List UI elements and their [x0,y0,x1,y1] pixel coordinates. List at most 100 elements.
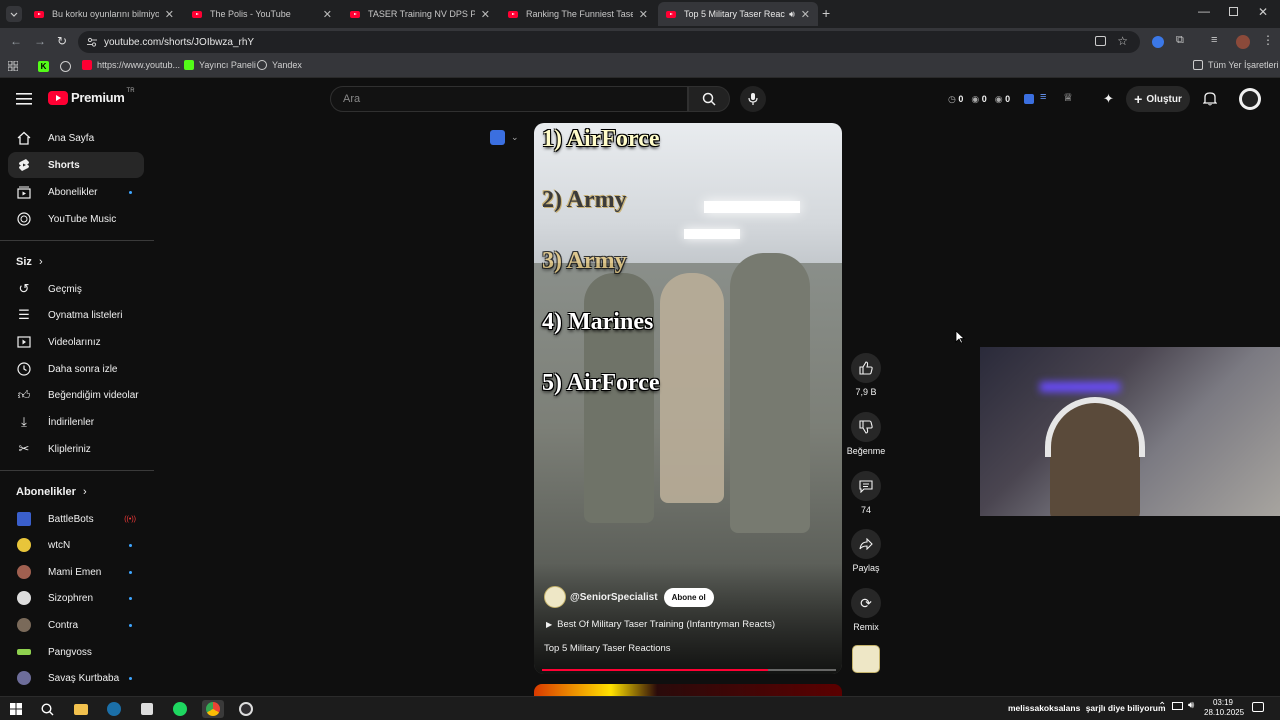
sidebar-item-history[interactable]: ↺ Geçmiş [8,276,144,302]
all-bookmarks-button[interactable]: Tüm Yer İşaretleri [1193,60,1279,70]
subscription-item[interactable]: Contra [8,612,144,638]
channel-avatar [17,671,31,685]
tray-chevron-icon[interactable]: ⌃ [1158,701,1166,712]
close-tab-icon[interactable]: ✕ [165,8,174,21]
sidebar-item-downloads[interactable]: ⤓ İndirilenler [8,409,144,435]
short-video-player[interactable]: 1) AirForce 2) Army 3) Army 4) Marines 5… [534,123,842,674]
sidebar-item-liked-videos[interactable]: 👍︎ Beğendiğim videolar [8,382,144,408]
sidebar-item-home[interactable]: Ana Sayfa [8,125,144,151]
bookmark-star-icon[interactable]: ☆ [1117,34,1128,48]
speaker-icon[interactable]: 🔊︎ [789,9,795,20]
subscribe-button[interactable]: Abone ol [663,587,714,607]
obs-icon[interactable] [237,700,255,718]
account-avatar[interactable] [1239,88,1261,110]
progress-track[interactable] [542,669,836,671]
install-app-icon[interactable] [1095,36,1106,46]
browser-menu-icon[interactable]: ⋮ [1262,33,1274,47]
subscriptions-section-header[interactable]: Abonelikler › [16,486,87,498]
close-window-button[interactable]: ✕ [1258,5,1268,19]
browser-tab[interactable]: TASER Training NV DPS Police /✕ [342,2,498,26]
trophy-icon[interactable]: ♕ [1063,91,1073,104]
share-action[interactable]: Paylaş [846,529,886,573]
channel-avatar[interactable] [544,586,566,608]
subscription-item[interactable]: Mami Emen [8,559,144,585]
close-tab-icon[interactable]: ✕ [801,8,810,21]
premium-features-icon[interactable]: ✦ [1103,91,1114,107]
microsoft-store-icon[interactable] [138,700,156,718]
bookmark-item[interactable]: Yayıncı Paneli [184,60,256,70]
apps-grid-icon[interactable] [7,60,19,72]
browser-tab[interactable]: Ranking The Funniest Taser Tra✕ [500,2,656,26]
notifications-icon[interactable] [1252,702,1264,712]
dislike-action[interactable]: Beğenme [846,412,886,456]
close-tab-icon[interactable]: ✕ [323,8,332,21]
minimize-window-button[interactable]: — [1198,4,1210,18]
thumbs-up-icon [851,353,881,383]
playlist-link[interactable]: ▶ Best Of Military Taser Training (Infant… [546,619,775,630]
stream-chat-line: melissakoksalans şarjlı diye biliyorum [1008,703,1166,713]
subscription-item[interactable]: Sizophren [8,585,144,611]
media-control-icon[interactable]: ≡ [1211,34,1217,46]
search-input[interactable]: Ara [330,86,688,112]
globe-bookmark-icon[interactable] [60,61,71,72]
sidebar-item-watch-later[interactable]: Daha sonra izle [8,356,144,382]
steam-icon[interactable] [105,700,123,718]
site-info-icon[interactable] [86,36,98,48]
list-icon[interactable]: ≡ [1040,91,1046,103]
comments-action[interactable]: 74 [846,471,886,515]
browser-tab[interactable]: The Polis - YouTube ✕ [184,2,340,26]
audio-source-thumbnail[interactable] [852,645,880,673]
extensions-puzzle-icon[interactable]: ⧉ [1176,34,1184,47]
chrome-icon[interactable] [202,700,224,718]
create-button[interactable]: + Oluştur [1126,86,1190,112]
notifications-bell-icon[interactable] [1202,91,1218,111]
forward-icon[interactable]: → [34,34,46,48]
youtube-favicon-icon [350,10,360,18]
search-icon[interactable] [38,700,56,718]
start-windows-icon[interactable] [7,700,25,718]
restore-window-button[interactable] [1229,7,1238,16]
next-short-preview[interactable] [534,684,842,696]
network-icon[interactable] [1172,702,1183,710]
kick-bookmark-icon[interactable]: K [38,61,49,72]
sidebar-item-youtube-music[interactable]: YouTube Music [8,206,144,232]
sidebar-item-shorts[interactable]: Shorts [8,152,144,178]
like-action[interactable]: 7,9 B [846,353,886,397]
sidebar-item-clips[interactable]: ✂ Klipleriniz [8,436,144,462]
tab-search-dropdown-icon[interactable] [6,6,22,22]
file-explorer-icon[interactable] [72,700,90,718]
clock[interactable]: 03:19 28.10.2025 [1204,698,1244,718]
reload-icon[interactable]: ↻ [57,34,67,48]
sidebar-item-subscriptions[interactable]: Abonelikler [8,179,144,205]
subscription-item[interactable]: wtcN [8,532,144,558]
subscription-item[interactable]: BattleBots ((•)) [8,506,144,532]
close-tab-icon[interactable]: ✕ [481,8,490,21]
iq-extension-icon[interactable] [1024,94,1034,104]
extension-icon[interactable] [1152,36,1164,48]
voice-search-button[interactable] [740,86,766,112]
browser-tab-active[interactable]: Top 5 Military Taser Reactio 🔊︎ ✕ [658,2,818,26]
search-button[interactable] [688,86,730,112]
back-icon[interactable]: ← [10,34,22,48]
subscription-item[interactable]: Savaş Kurtbaba [8,665,144,691]
subscription-item[interactable]: Pangvoss [8,639,144,665]
bookmark-item[interactable]: Yandex [257,60,302,70]
youtube-music-icon [16,211,32,227]
you-section-header[interactable]: Siz › [16,256,43,268]
iq-extension-badge[interactable]: ⌄ [490,130,519,145]
profile-avatar[interactable] [1236,35,1250,49]
channel-name[interactable]: @SeniorSpecialist [570,592,658,603]
bookmark-item[interactable]: https://www.youtub... [82,60,180,70]
sidebar-item-playlists[interactable]: ☰ Oynatma listeleri [8,302,144,328]
volume-icon[interactable]: 🔊︎ [1188,700,1194,711]
sidebar-item-your-videos[interactable]: Videolarınız [8,329,144,355]
browser-tab[interactable]: Bu korku oyunlarını bilmiyorsan✕ [26,2,182,26]
url-input[interactable]: youtube.com/shorts/JOIbwza_rhY ☆ [78,31,1140,53]
divider [0,240,154,241]
close-tab-icon[interactable]: ✕ [639,8,648,21]
remix-action[interactable]: ⟳ Remix [846,588,886,632]
spotify-icon[interactable] [171,700,189,718]
new-tab-button[interactable]: + [822,5,830,21]
video-figure-center [660,273,724,503]
rank-label: 3) Army [542,248,627,274]
